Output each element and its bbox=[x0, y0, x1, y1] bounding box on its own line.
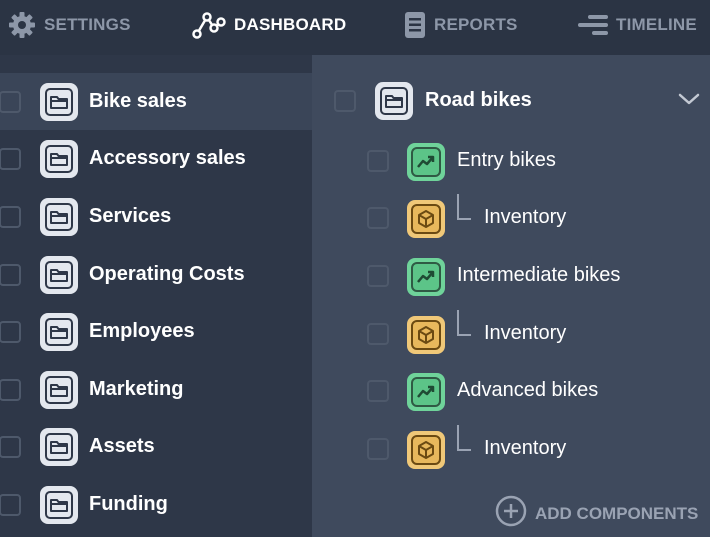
component-row[interactable]: Advanced bikes bbox=[312, 367, 710, 413]
component-label: Inventory bbox=[484, 437, 567, 459]
add-components-button[interactable]: ADD COMPONENTS bbox=[495, 495, 698, 532]
folder-icon bbox=[375, 82, 413, 120]
add-components-label: ADD COMPONENTS bbox=[535, 503, 699, 523]
sidebar-item-label: Assets bbox=[89, 435, 155, 457]
component-label: Inventory bbox=[484, 322, 567, 344]
checkbox[interactable] bbox=[367, 323, 389, 345]
checkbox[interactable] bbox=[367, 265, 389, 287]
document-icon bbox=[404, 11, 426, 39]
checkbox[interactable] bbox=[0, 378, 21, 401]
component-label: Intermediate bikes bbox=[457, 264, 621, 286]
tab-reports-label: REPORTS bbox=[434, 15, 518, 34]
sidebar-item-label: Bike sales bbox=[89, 90, 187, 112]
sidebar-item-assets[interactable]: Assets bbox=[0, 418, 312, 475]
component-row[interactable]: Inventory bbox=[312, 425, 710, 471]
checkbox[interactable] bbox=[0, 147, 21, 170]
sidebar-item-label: Services bbox=[89, 205, 172, 227]
sidebar-item-label: Marketing bbox=[89, 378, 184, 400]
component-label: Entry bikes bbox=[457, 149, 556, 171]
tab-timeline-label: TIMELINE bbox=[616, 15, 697, 34]
checkbox[interactable] bbox=[367, 207, 389, 229]
sidebar-item-marketing[interactable]: Marketing bbox=[0, 361, 312, 418]
sidebar-item-label: Accessory sales bbox=[89, 147, 246, 169]
chevron-down-icon[interactable] bbox=[678, 92, 700, 111]
checkbox[interactable] bbox=[0, 263, 21, 286]
folder-icon bbox=[40, 82, 78, 121]
group-header-road-bikes[interactable]: Road bikes bbox=[312, 55, 710, 120]
folder-icon bbox=[40, 427, 78, 466]
top-navigation: SETTINGS DASHBOARD REPORTS TIMELINE bbox=[0, 0, 710, 55]
folder-icon bbox=[40, 139, 78, 178]
sidebar-item-funding[interactable]: Funding bbox=[0, 476, 312, 533]
gear-icon bbox=[8, 11, 36, 39]
timeline-icon bbox=[578, 13, 608, 37]
component-row[interactable]: Inventory bbox=[312, 310, 710, 356]
checkbox[interactable] bbox=[367, 380, 389, 402]
checkbox[interactable] bbox=[0, 205, 21, 228]
tab-dashboard-label: DASHBOARD bbox=[234, 15, 347, 34]
checkbox[interactable] bbox=[0, 435, 21, 458]
trend-chart-icon bbox=[407, 373, 445, 411]
sidebar: Bike sales Accessory sales Services Oper… bbox=[0, 55, 312, 537]
detail-panel: Road bikes Entry bikes Inventory Interme… bbox=[312, 55, 710, 537]
group-title: Road bikes bbox=[425, 89, 532, 111]
trend-chart-icon bbox=[407, 258, 445, 296]
trend-chart-icon bbox=[407, 143, 445, 181]
checkbox[interactable] bbox=[334, 90, 356, 112]
checkbox[interactable] bbox=[0, 320, 21, 343]
folder-icon bbox=[40, 370, 78, 409]
tab-reports[interactable]: REPORTS bbox=[404, 0, 518, 50]
tab-settings-label: SETTINGS bbox=[44, 15, 131, 34]
sidebar-item-employees[interactable]: Employees bbox=[0, 303, 312, 360]
sidebar-item-label: Employees bbox=[89, 320, 195, 342]
component-row[interactable]: Entry bikes bbox=[312, 137, 710, 183]
tab-timeline[interactable]: TIMELINE bbox=[578, 0, 697, 50]
box-icon bbox=[407, 200, 445, 238]
checkbox[interactable] bbox=[0, 90, 21, 113]
box-icon bbox=[407, 316, 445, 354]
component-label: Advanced bikes bbox=[457, 379, 599, 401]
folder-icon bbox=[40, 255, 78, 294]
sidebar-item-services[interactable]: Services bbox=[0, 188, 312, 245]
tab-dashboard[interactable]: DASHBOARD bbox=[192, 0, 346, 50]
sidebar-item-accessory-sales[interactable]: Accessory sales bbox=[0, 130, 312, 187]
tree-connector bbox=[457, 310, 471, 336]
tree-connector bbox=[457, 425, 471, 451]
sidebar-item-label: Operating Costs bbox=[89, 263, 245, 285]
component-row[interactable]: Inventory bbox=[312, 194, 710, 240]
checkbox[interactable] bbox=[0, 493, 21, 516]
box-icon bbox=[407, 431, 445, 469]
sidebar-item-label: Funding bbox=[89, 493, 168, 515]
folder-icon bbox=[40, 312, 78, 351]
tree-connector bbox=[457, 194, 471, 220]
checkbox[interactable] bbox=[367, 150, 389, 172]
plus-circle-icon bbox=[495, 495, 527, 532]
sidebar-item-bike-sales[interactable]: Bike sales bbox=[0, 73, 312, 130]
component-label: Inventory bbox=[484, 206, 567, 228]
component-row[interactable]: Intermediate bikes bbox=[312, 252, 710, 298]
sidebar-item-operating-costs[interactable]: Operating Costs bbox=[0, 246, 312, 303]
folder-icon bbox=[40, 197, 78, 236]
checkbox[interactable] bbox=[367, 438, 389, 460]
tab-settings[interactable]: SETTINGS bbox=[8, 0, 131, 50]
folder-icon bbox=[40, 485, 78, 524]
graph-nodes-icon bbox=[192, 11, 226, 39]
